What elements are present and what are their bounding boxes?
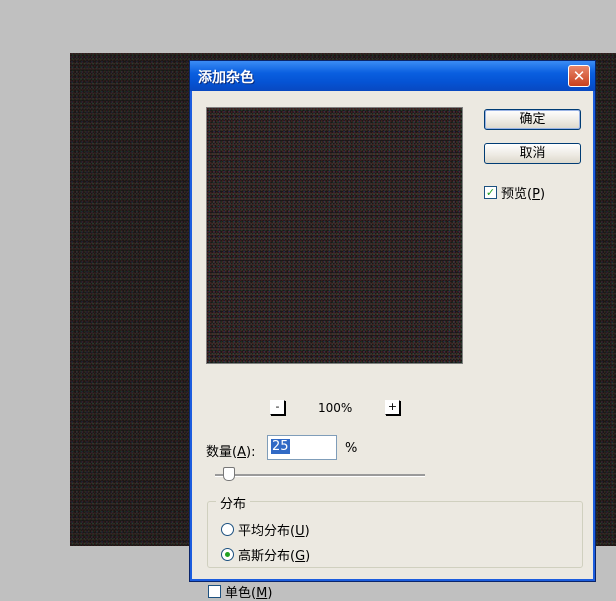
ok-button[interactable]: 确定	[484, 109, 581, 130]
close-button[interactable]: ✕	[568, 65, 590, 87]
amount-input[interactable]: 25	[267, 435, 337, 460]
amount-slider-track[interactable]	[215, 474, 425, 477]
gaussian-option[interactable]: 高斯分布(G)	[221, 545, 310, 564]
plus-icon: +	[387, 400, 398, 413]
dialog-titlebar[interactable]: 添加杂色 ✕	[190, 61, 595, 91]
dialog-title: 添加杂色	[198, 70, 254, 86]
cancel-button[interactable]: 取消	[484, 143, 581, 164]
amount-label: 数量(A):	[206, 445, 256, 460]
zoom-level: 100%	[318, 401, 353, 415]
gaussian-label: 高斯分布(G)	[238, 549, 311, 564]
minus-icon: -	[275, 400, 280, 413]
amount-slider-thumb[interactable]	[223, 467, 236, 481]
uniform-option[interactable]: 平均分布(U)	[221, 520, 310, 539]
distribution-legend: 分布	[216, 493, 251, 512]
uniform-label: 平均分布(U)	[238, 524, 310, 539]
zoom-out-button[interactable]: -	[270, 400, 285, 415]
amount-value: 25	[271, 439, 290, 454]
noise-preview[interactable]	[206, 107, 463, 364]
dialog-body: - 100% + 确定 取消 ✓ 预览(P) 数量(A): 25 % 分布 平均…	[193, 91, 592, 601]
uniform-radio[interactable]	[221, 523, 234, 536]
amount-unit: %	[345, 441, 358, 456]
preview-checkbox[interactable]: ✓	[484, 186, 497, 199]
preview-checkbox-row[interactable]: ✓ 预览(P)	[484, 183, 545, 202]
zoom-in-button[interactable]: +	[385, 400, 400, 415]
add-noise-dialog: 添加杂色 ✕ - 100% + 确定 取消 ✓ 预览(P) 数量(A): 25 …	[189, 60, 596, 601]
preview-label: 预览(P)	[501, 187, 546, 202]
mono-checkbox[interactable]	[208, 585, 221, 598]
mono-checkbox-row[interactable]: 单色(M)	[208, 582, 272, 601]
gaussian-radio[interactable]	[221, 548, 234, 561]
close-icon: ✕	[572, 67, 586, 85]
mono-label: 单色(M)	[225, 586, 273, 601]
